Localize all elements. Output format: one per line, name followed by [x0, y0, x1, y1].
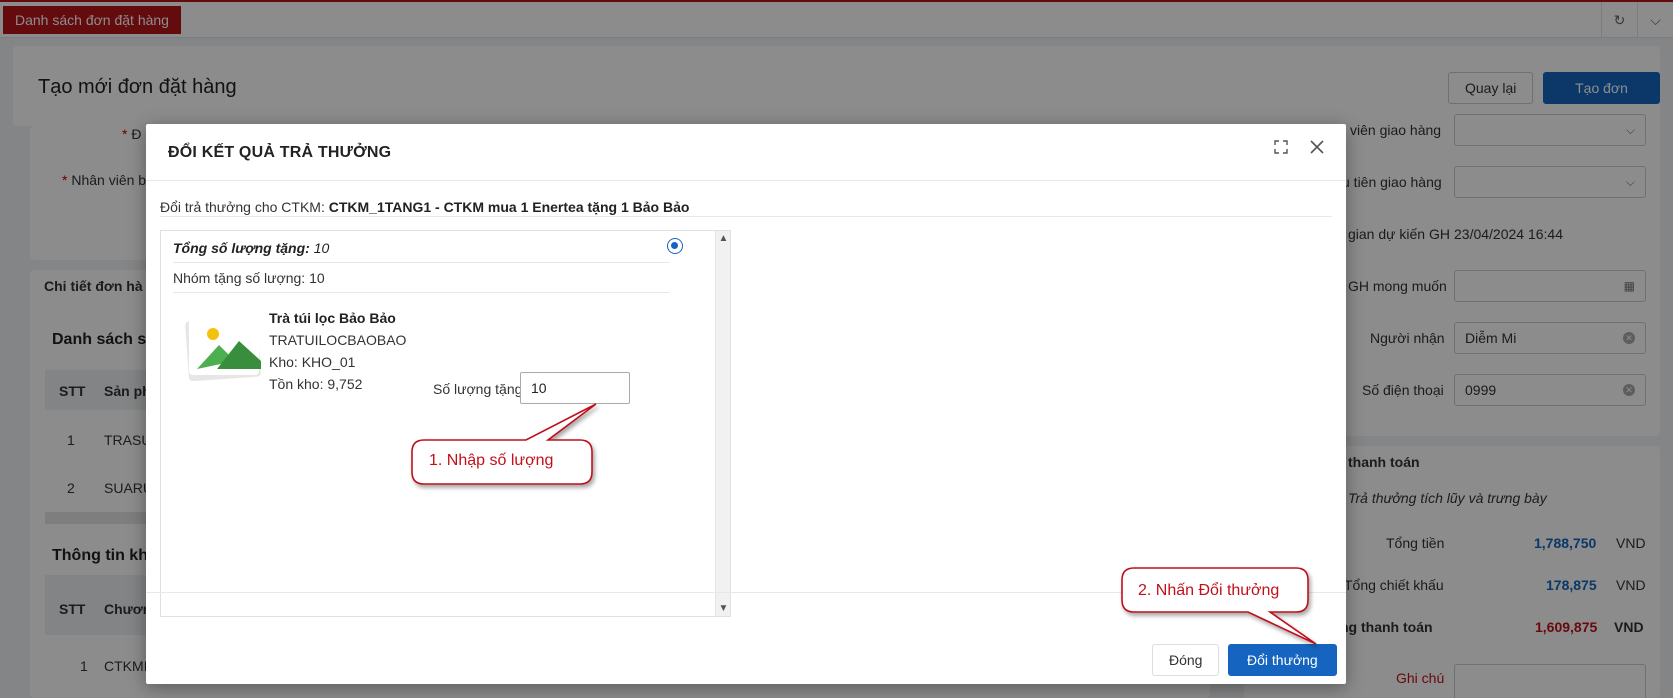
product-warehouse: Kho: KHO_01: [269, 354, 356, 370]
promo-line: Đổi trả thưởng cho CTKM: CTKM_1TANG1 - C…: [160, 199, 690, 215]
promo-divider: [160, 216, 1332, 217]
callout-step-2: 2. Nhấn Đổi thưởng: [1138, 582, 1280, 599]
product-name: Trà túi lọc Bảo Bảo: [269, 310, 396, 326]
redeem-modal: ĐỔI KẾT QUẢ TRẢ THƯỞNG Đổi trả thưởng ch…: [146, 124, 1346, 684]
product-stock: Tồn kho: 9,752: [269, 376, 363, 392]
gift-quantity-input[interactable]: [520, 372, 630, 404]
maximize-icon[interactable]: [1270, 138, 1292, 160]
modal-header-divider: [146, 180, 1346, 181]
gift-group-label: Nhóm tặng số lượng: 10: [173, 270, 325, 286]
redeem-button[interactable]: Đổi thưởng: [1228, 644, 1337, 676]
modal-title: ĐỔI KẾT QUẢ TRẢ THƯỞNG: [168, 144, 392, 161]
product-code: TRATUILOCBAOBAO: [269, 332, 407, 348]
scroll-down-icon[interactable]: ▼: [716, 601, 731, 616]
promo-name: CTKM_1TANG1 - CTKM mua 1 Enertea tặng 1 …: [328, 199, 690, 215]
gift-list: Tổng số lượng tặng: 10 Nhóm tặng số lượn…: [160, 230, 731, 617]
scroll-up-icon[interactable]: ▲: [716, 231, 731, 246]
callout-step-1: 1. Nhập số lượng: [429, 452, 554, 469]
qty-label: Số lượng tặng:: [433, 381, 527, 397]
product-image-placeholder-icon: [183, 311, 261, 382]
total-gift: Tổng số lượng tặng: 10: [173, 240, 330, 256]
divider: [173, 292, 670, 293]
divider: [173, 262, 670, 263]
gift-list-scrollbar[interactable]: ▲ ▼: [715, 231, 730, 616]
gift-option-radio[interactable]: [667, 238, 683, 254]
close-icon[interactable]: [1306, 138, 1328, 160]
close-button[interactable]: Đóng: [1152, 644, 1220, 676]
